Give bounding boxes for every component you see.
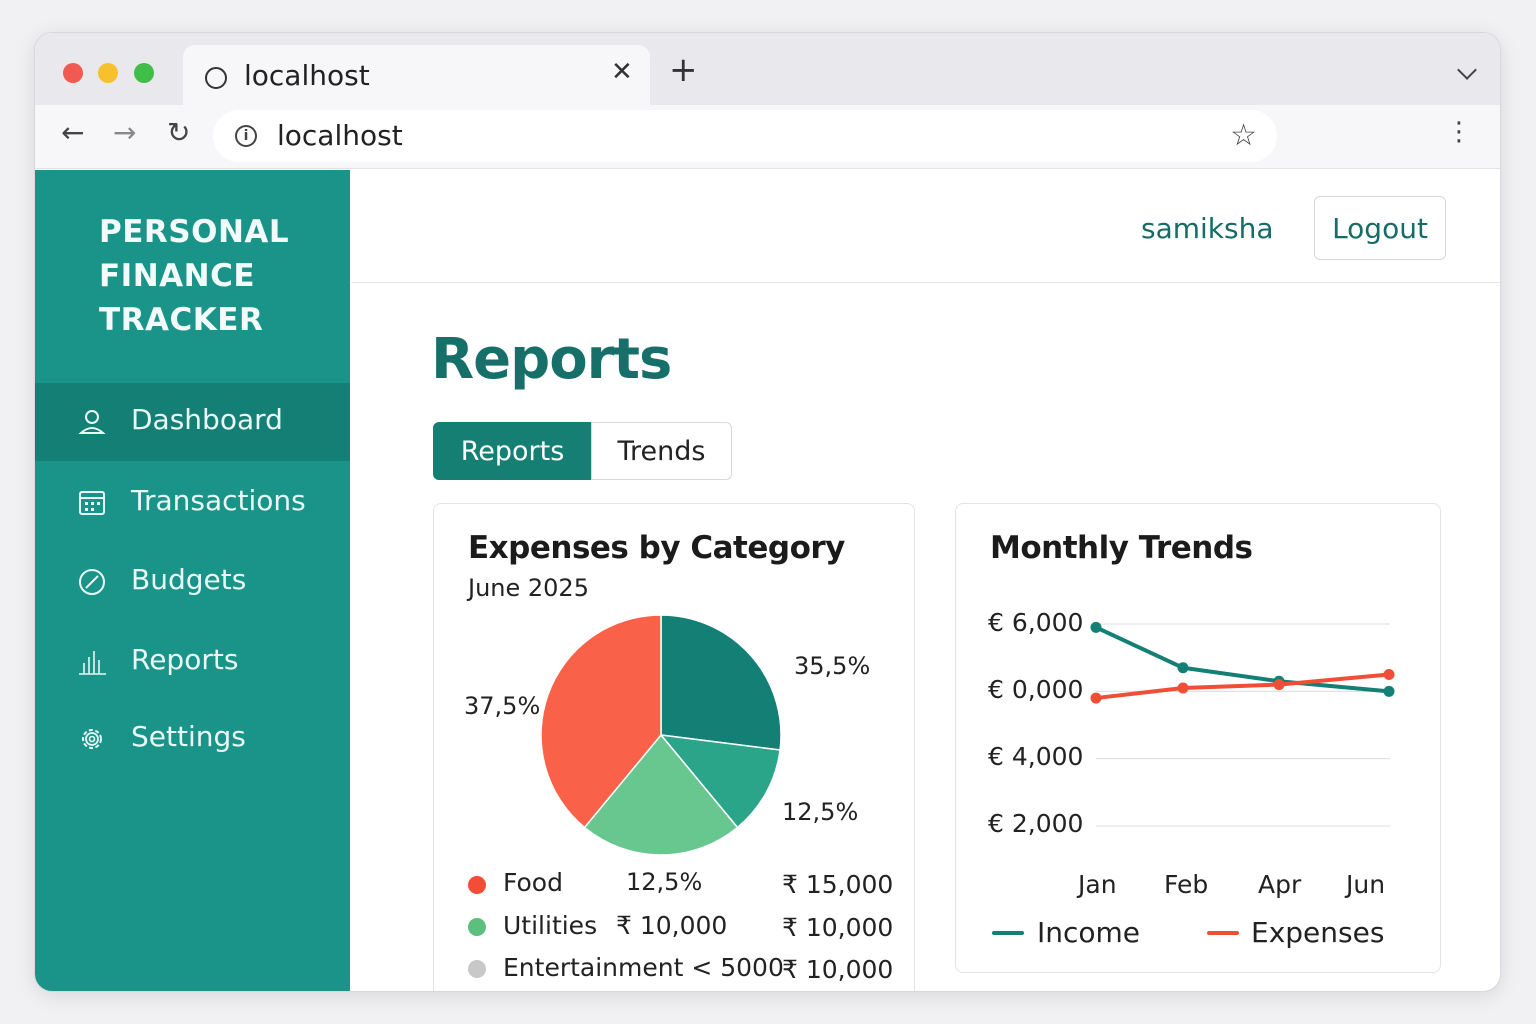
forward-arrow-icon[interactable]: → xyxy=(113,119,136,147)
legend-amount: ₹ 10,000 xyxy=(782,913,894,942)
data-point-income-3 xyxy=(1383,685,1395,697)
budget-circle-icon xyxy=(79,569,105,595)
line-chart xyxy=(1090,621,1395,827)
browser-toolbar: ← → ↻ i localhost ☆ ⋮ xyxy=(35,105,1500,169)
monthly-trends-card: Monthly Trends € 6,000 € 0,000 € 4,000 €… xyxy=(955,503,1441,973)
legend-dot-utilities xyxy=(468,918,486,936)
calendar-icon xyxy=(79,491,105,515)
logout-button[interactable]: Logout xyxy=(1314,196,1446,260)
maximize-window-button[interactable] xyxy=(134,63,154,83)
x-tick-label: Apr xyxy=(1258,870,1302,899)
data-point-income-1 xyxy=(1177,662,1189,674)
legend-line-income xyxy=(992,931,1024,935)
sidebar: PERSONAL FINANCE TRACKER Dashboard Trans… xyxy=(35,170,350,991)
sidebar-item-label: Reports xyxy=(131,643,239,676)
minimize-window-button[interactable] xyxy=(98,63,118,83)
data-point-expenses-2 xyxy=(1273,679,1285,691)
browser-window: localhost ✕ + ← → ↻ i localhost ☆ ⋮ PERS… xyxy=(34,32,1501,992)
address-bar[interactable]: i localhost ☆ xyxy=(213,110,1277,162)
reload-icon[interactable]: ↻ xyxy=(167,119,190,147)
data-point-expenses-0 xyxy=(1090,692,1102,704)
browser-menu-icon[interactable]: ⋮ xyxy=(1446,119,1472,145)
tab-reports[interactable]: Reports xyxy=(433,422,592,480)
close-window-button[interactable] xyxy=(63,63,83,83)
sidebar-item-reports[interactable]: Reports xyxy=(35,623,350,701)
legend-label: Food xyxy=(503,868,563,897)
legend-amount: ₹ 10,000 xyxy=(782,955,894,984)
x-tick-label: Jan xyxy=(1078,870,1117,899)
close-tab-icon[interactable]: ✕ xyxy=(611,57,633,87)
y-tick-label: € 6,000 xyxy=(988,608,1084,637)
page-title: Reports xyxy=(431,327,672,392)
gear-icon xyxy=(82,729,102,749)
legend-label: Income xyxy=(1037,916,1141,949)
app-brand: PERSONAL FINANCE TRACKER xyxy=(99,210,289,342)
sidebar-item-budgets[interactable]: Budgets xyxy=(35,543,350,621)
y-tick-label: € 2,000 xyxy=(988,809,1084,838)
x-tick-label: Jun xyxy=(1346,870,1386,899)
series-line-income xyxy=(1095,625,1390,694)
pie-percent-label: 35,5% xyxy=(794,652,871,680)
legend-line-expenses xyxy=(1207,931,1239,935)
expenses-by-category-card: Expenses by Category June 2025 35,5% 37,… xyxy=(433,503,915,991)
data-point-income-0 xyxy=(1090,621,1102,633)
browser-tab[interactable]: localhost ✕ xyxy=(183,45,650,107)
sidebar-item-dashboard[interactable]: Dashboard xyxy=(35,383,350,461)
legend-dot-food xyxy=(468,876,486,894)
chevron-down-icon[interactable] xyxy=(1457,60,1477,80)
sidebar-item-settings[interactable]: Settings xyxy=(35,700,350,778)
brand-line: TRACKER xyxy=(99,302,264,338)
user-icon xyxy=(78,410,106,434)
url-text[interactable]: localhost xyxy=(277,119,403,152)
data-point-expenses-3 xyxy=(1383,669,1395,680)
pie-percent-label: 37,5% xyxy=(464,692,541,720)
legend-label: Expenses xyxy=(1251,916,1385,949)
pie-slice-0 xyxy=(660,614,782,751)
sidebar-item-label: Settings xyxy=(131,720,246,753)
globe-icon xyxy=(205,67,227,89)
tab-strip: localhost ✕ + xyxy=(35,33,1500,107)
tab-trends[interactable]: Trends xyxy=(591,422,732,480)
legend-amount: ₹ 15,000 xyxy=(782,870,894,899)
y-tick-label: € 4,000 xyxy=(988,742,1084,771)
legend-value: ₹ 10,000 xyxy=(616,911,728,940)
tab-title: localhost xyxy=(244,59,370,92)
x-tick-label: Feb xyxy=(1164,870,1209,899)
brand-line: PERSONAL xyxy=(99,214,290,250)
sidebar-item-label: Dashboard xyxy=(131,403,283,436)
legend-dot-entertainment xyxy=(468,960,486,978)
data-point-expenses-1 xyxy=(1177,682,1189,694)
sidebar-item-label: Transactions xyxy=(131,484,306,517)
legend-label: Utilities xyxy=(503,911,598,940)
brand-line: FINANCE xyxy=(99,258,256,294)
info-icon[interactable]: i xyxy=(235,125,257,147)
username: samiksha xyxy=(1141,212,1274,245)
bookmark-star-icon[interactable]: ☆ xyxy=(1230,118,1257,153)
bar-chart-icon xyxy=(79,651,106,675)
sidebar-item-transactions[interactable]: Transactions xyxy=(35,464,350,542)
y-tick-label: € 0,000 xyxy=(988,675,1084,704)
new-tab-button[interactable]: + xyxy=(669,53,698,87)
pie-percent-label: 12,5% xyxy=(626,868,703,896)
back-arrow-icon[interactable]: ← xyxy=(61,119,84,147)
legend-label: Entertainment < 5000 xyxy=(503,953,784,982)
sidebar-item-label: Budgets xyxy=(131,563,247,596)
pie-percent-label: 12,5% xyxy=(782,798,859,826)
top-bar: samiksha Logout xyxy=(351,170,1500,283)
